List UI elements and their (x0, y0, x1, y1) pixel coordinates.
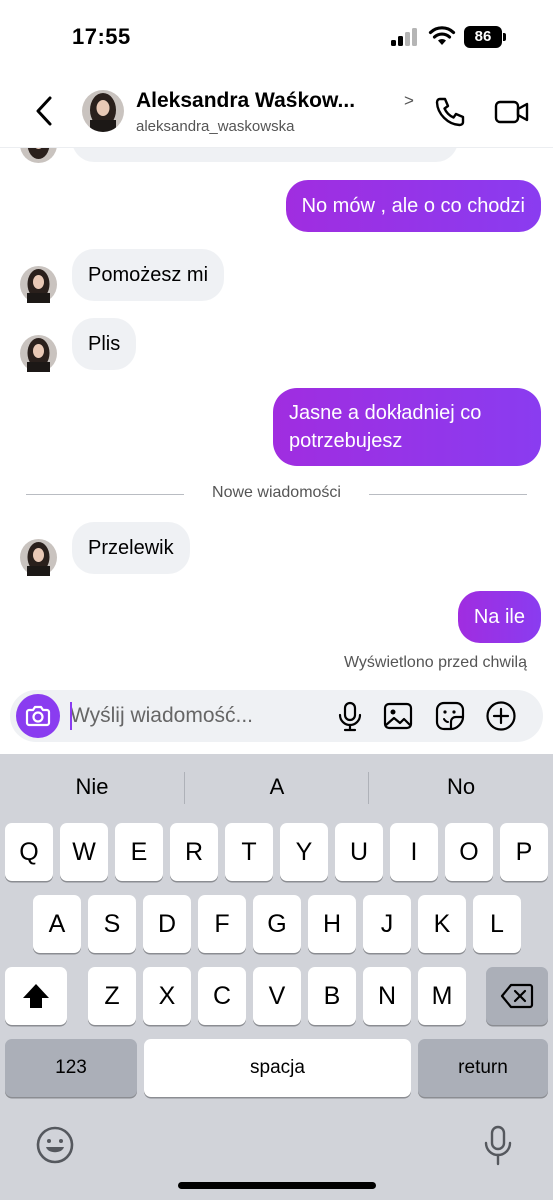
video-call-button[interactable] (494, 94, 530, 130)
space-key[interactable]: spacja (144, 1039, 411, 1097)
back-icon (36, 96, 52, 126)
contact-username: aleksandra_waskowska (136, 118, 295, 135)
battery-level: 86 (464, 26, 502, 48)
gallery-button[interactable] (382, 700, 414, 732)
key[interactable]: V (253, 967, 301, 1025)
key[interactable]: R (170, 823, 218, 881)
key[interactable]: M (418, 967, 466, 1025)
separator-label: Nowe wiadomości (200, 484, 353, 501)
keyboard: Nie A No Q W E R T Y U I O P A S D F G H… (0, 754, 553, 1200)
gallery-icon (383, 702, 413, 730)
key[interactable]: W (60, 823, 108, 881)
message-bubble-outgoing[interactable]: No mów , ale o co chodzi (285, 180, 541, 232)
key[interactable]: B (308, 967, 356, 1025)
message-composer (10, 690, 543, 742)
shift-icon (23, 984, 49, 1008)
suggestion-bar: Nie A No (0, 754, 553, 820)
message-bubble-incoming[interactable]: Plis (72, 318, 137, 370)
key[interactable]: N (363, 967, 411, 1025)
message-list[interactable]: No mów , ale o co chodzi Pomożesz mi Pli… (0, 148, 553, 684)
key[interactable]: X (143, 967, 191, 1025)
avatar (20, 539, 57, 578)
message-bubble-incoming[interactable]: Przelewik (72, 522, 190, 574)
key[interactable]: T (225, 823, 273, 881)
voice-call-button[interactable] (432, 94, 468, 130)
wifi-icon (428, 26, 456, 46)
key[interactable]: E (115, 823, 163, 881)
new-messages-separator: Nowe wiadomości (26, 484, 527, 504)
key[interactable]: P (500, 823, 548, 881)
return-key[interactable]: return (418, 1039, 548, 1097)
camera-button[interactable] (16, 694, 60, 738)
message-bubble-partial[interactable] (72, 148, 458, 162)
delete-icon (500, 983, 534, 1009)
delete-key[interactable] (486, 967, 548, 1025)
cellular-signal-icon (391, 28, 421, 46)
emoji-icon (36, 1126, 74, 1164)
sticker-icon (435, 701, 465, 731)
suggestion-item[interactable]: A (185, 774, 369, 800)
back-button[interactable] (30, 92, 60, 130)
message-bubble-incoming[interactable]: Pomożesz mi (72, 249, 225, 301)
key[interactable]: J (363, 895, 411, 953)
key[interactable]: C (198, 967, 246, 1025)
suggestion-item[interactable]: No (369, 774, 553, 800)
dictation-button[interactable] (480, 1124, 516, 1168)
key[interactable]: U (335, 823, 383, 881)
sticker-button[interactable] (434, 700, 466, 732)
text-cursor (70, 702, 72, 730)
avatar (20, 266, 57, 305)
chevron-right-icon[interactable]: > (404, 91, 414, 111)
add-button[interactable] (485, 700, 517, 732)
microphone-button[interactable] (334, 700, 366, 732)
key[interactable]: O (445, 823, 493, 881)
status-time: 17:55 (72, 24, 131, 49)
key[interactable]: Y (280, 823, 328, 881)
key[interactable]: G (253, 895, 301, 953)
avatar (20, 148, 57, 163)
key[interactable]: S (88, 895, 136, 953)
phone-icon (435, 97, 465, 127)
battery-indicator: 86 (464, 26, 506, 48)
avatar (20, 335, 57, 374)
plus-icon (486, 701, 516, 731)
key[interactable]: Z (88, 967, 136, 1025)
suggestion-item[interactable]: Nie (0, 774, 184, 800)
dictation-icon (484, 1125, 512, 1166)
message-bubble-outgoing[interactable]: Jasne a dokładniej co potrzebujesz (273, 388, 541, 466)
key[interactable]: K (418, 895, 466, 953)
numbers-key[interactable]: 123 (5, 1039, 137, 1097)
message-input[interactable] (70, 696, 320, 736)
avatar[interactable] (82, 90, 124, 132)
shift-key[interactable] (5, 967, 67, 1025)
microphone-icon (338, 701, 362, 732)
contact-name[interactable]: Aleksandra Waśkow... (136, 89, 355, 113)
status-bar: 17:55 86 (0, 0, 553, 72)
key[interactable]: D (143, 895, 191, 953)
emoji-button[interactable] (34, 1124, 76, 1166)
key[interactable]: I (390, 823, 438, 881)
key[interactable]: A (33, 895, 81, 953)
key[interactable]: H (308, 895, 356, 953)
video-camera-icon (494, 100, 529, 124)
camera-icon (25, 705, 51, 727)
key[interactable]: L (473, 895, 521, 953)
key[interactable]: Q (5, 823, 53, 881)
chat-header: Aleksandra Waśkow... > aleksandra_waskow… (0, 72, 553, 148)
key[interactable]: F (198, 895, 246, 953)
seen-status: Wyświetlono przed chwilą (343, 654, 527, 671)
message-bubble-outgoing[interactable]: Na ile (457, 591, 541, 643)
home-indicator[interactable] (178, 1182, 376, 1189)
